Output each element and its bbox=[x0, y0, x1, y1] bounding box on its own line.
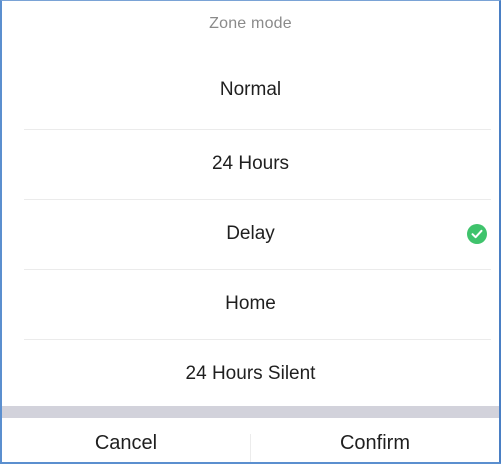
option-label: Normal bbox=[219, 79, 282, 100]
cancel-button[interactable]: Cancel bbox=[2, 418, 250, 462]
option-label: Home bbox=[225, 293, 276, 314]
option-label: 24 Hours Silent bbox=[185, 363, 316, 384]
option-normal[interactable]: Normal bbox=[2, 51, 499, 129]
dialog-title: Zone mode bbox=[209, 15, 292, 32]
zone-mode-option-list: Normal 24 Hours Delay Home 24 Hours Sile… bbox=[2, 51, 499, 409]
option-home-row: Home bbox=[2, 269, 499, 339]
dialog-actions: Cancel Confirm bbox=[2, 418, 499, 462]
option-24-hours-silent[interactable]: 24 Hours Silent bbox=[2, 339, 499, 409]
option-24-hours-row: 24 Hours bbox=[2, 129, 499, 199]
option-delay-row: Delay bbox=[2, 199, 499, 269]
action-divider-band bbox=[2, 406, 499, 418]
option-label: 24 Hours bbox=[211, 153, 290, 174]
option-24-hours[interactable]: 24 Hours bbox=[2, 129, 499, 199]
option-normal-row: Normal bbox=[2, 51, 499, 129]
confirm-button[interactable]: Confirm bbox=[251, 418, 499, 462]
check-circle-icon bbox=[467, 224, 487, 244]
checkmark-glyph bbox=[471, 229, 483, 239]
option-label: Delay bbox=[226, 223, 275, 244]
option-home[interactable]: Home bbox=[2, 269, 499, 339]
option-24-hours-silent-row: 24 Hours Silent bbox=[2, 339, 499, 409]
zone-mode-dialog: Zone mode Normal 24 Hours Delay Home 24 … bbox=[0, 0, 501, 464]
option-delay[interactable]: Delay bbox=[2, 199, 499, 269]
